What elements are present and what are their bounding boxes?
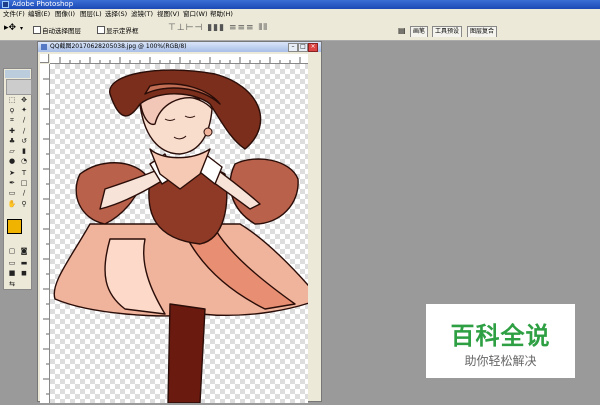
menu-window[interactable]: 窗口(W) — [183, 9, 208, 20]
illustration-lady-in-hat — [53, 69, 308, 403]
document-title-bar: QQ截图20170628205038.jpg @ 100%(RGB/8) – □… — [38, 42, 321, 52]
menu-select[interactable]: 选择(S) — [105, 9, 127, 20]
move-tool-icon[interactable]: ✥ — [19, 96, 29, 104]
tab-layer-comps[interactable]: 图层复合 — [467, 26, 498, 37]
dodge-tool-icon[interactable]: ◔ — [19, 157, 29, 165]
marquee-tool-icon[interactable]: ⬚ — [7, 96, 17, 104]
screen-mode-standard-icon[interactable]: ▭ — [7, 259, 17, 267]
pen-tool-icon[interactable]: ✒ — [7, 179, 17, 187]
align-buttons-icon[interactable]: ⊤⊥⊢⊣ ▮▮▮ ≡≡≡ ⫴⫴ — [168, 23, 268, 33]
quick-mask-icon[interactable]: ◙ — [19, 247, 29, 255]
type-tool-icon[interactable]: T — [19, 169, 29, 177]
earring — [203, 127, 213, 137]
path-select-icon[interactable]: ➤ — [7, 169, 17, 177]
lasso-tool-icon[interactable]: ϙ — [7, 106, 17, 114]
toolbox-header — [5, 70, 30, 78]
document-window: QQ截图20170628205038.jpg @ 100%(RGB/8) – □… — [37, 41, 322, 403]
crop-tool-icon[interactable]: ⌗ — [7, 116, 17, 124]
horizontal-ruler-ticks — [59, 57, 301, 63]
options-bar: ▸✥ ▾ 自动选择图层 显示定界框 ⊤⊥⊢⊣ ▮▮▮ ≡≡≡ ⫴⫴ — [0, 20, 600, 41]
slice-tool-icon[interactable]: ∕ — [19, 116, 29, 124]
shape-tool-icon[interactable]: □ — [19, 179, 29, 187]
tool-preset-dropdown-icon[interactable]: ▾ — [20, 25, 23, 32]
maximize-icon[interactable]: □ — [298, 43, 308, 52]
document-title: QQ截图20170628205038.jpg @ 100%(RGB/8) — [50, 43, 187, 50]
auto-select-label: 自动选择图层 — [42, 27, 81, 35]
brush-tool-icon[interactable]: ∕ — [19, 127, 29, 135]
healing-brush-icon[interactable]: ✚ — [7, 127, 17, 135]
menu-layer[interactable]: 图层(L) — [80, 9, 102, 20]
palette-well-icon: ▤ — [398, 26, 406, 35]
watermark-title: 百科全说 — [450, 322, 551, 350]
close-icon[interactable]: × — [308, 43, 318, 52]
minimize-icon[interactable]: – — [288, 43, 298, 52]
vertical-ruler — [40, 64, 50, 403]
canvas[interactable] — [50, 64, 308, 403]
watermark-logo: 百科全说 助你轻松解决 — [426, 304, 575, 378]
show-bounds-checkbox[interactable] — [97, 26, 105, 34]
feather-icon — [6, 79, 32, 95]
ruler-origin[interactable] — [40, 54, 49, 63]
zoom-tool-icon[interactable]: ⚲ — [19, 200, 29, 208]
auto-select-checkbox[interactable] — [33, 26, 41, 34]
gradient-tool-icon[interactable]: ▮ — [19, 147, 29, 155]
screen-mode-full-icon[interactable]: ■ — [7, 269, 17, 277]
menu-help[interactable]: 帮助(H) — [210, 9, 233, 20]
menu-view[interactable]: 视图(V) — [157, 9, 180, 20]
screen-mode-black-icon[interactable]: ◼ — [19, 269, 29, 277]
screen-mode-menu-icon[interactable]: ▬ — [19, 259, 29, 267]
standard-mode-icon[interactable]: ▢ — [7, 247, 17, 255]
tab-brushes[interactable]: 画笔 — [410, 26, 429, 37]
watermark-subtitle: 助你轻松解决 — [464, 354, 537, 368]
move-tool-icon[interactable]: ▸✥ — [4, 23, 16, 33]
jump-to-imageready-icon[interactable]: ⇆ — [7, 280, 17, 288]
eyedropper-icon[interactable]: ∕ — [19, 189, 29, 197]
eraser-tool-icon[interactable]: ▱ — [7, 147, 17, 155]
photoshop-logo-icon — [2, 1, 9, 8]
clone-stamp-icon[interactable]: ♣ — [7, 137, 17, 145]
toolbox: ⬚ ✥ ϙ ✦ ⌗ ∕ ✚ ∕ ♣ ↺ ▱ ▮ ● ◔ ➤ T ✒ □ ▭ ∕ … — [3, 68, 32, 290]
menu-edit[interactable]: 编辑(E) — [28, 9, 50, 20]
menu-image[interactable]: 图像(I) — [55, 9, 75, 20]
foreground-color-swatch[interactable] — [7, 219, 22, 234]
menu-file[interactable]: 文件(F) — [3, 9, 25, 20]
document-icon — [41, 44, 47, 50]
magic-wand-icon[interactable]: ✦ — [19, 106, 29, 114]
title-bar: Adobe Photoshop — [0, 0, 600, 9]
history-brush-icon[interactable]: ↺ — [19, 137, 29, 145]
tab-tool-presets[interactable]: 工具预设 — [432, 26, 463, 37]
show-bounds-label: 显示定界框 — [106, 27, 139, 35]
window-title: Adobe Photoshop — [12, 0, 74, 8]
hand-tool-icon[interactable]: ✋ — [7, 200, 17, 208]
horizontal-ruler — [50, 54, 308, 64]
blur-tool-icon[interactable]: ● — [7, 157, 17, 165]
notes-tool-icon[interactable]: ▭ — [7, 189, 17, 197]
menu-filter[interactable]: 滤镜(T) — [131, 9, 153, 20]
vertical-ruler-ticks — [43, 78, 49, 395]
